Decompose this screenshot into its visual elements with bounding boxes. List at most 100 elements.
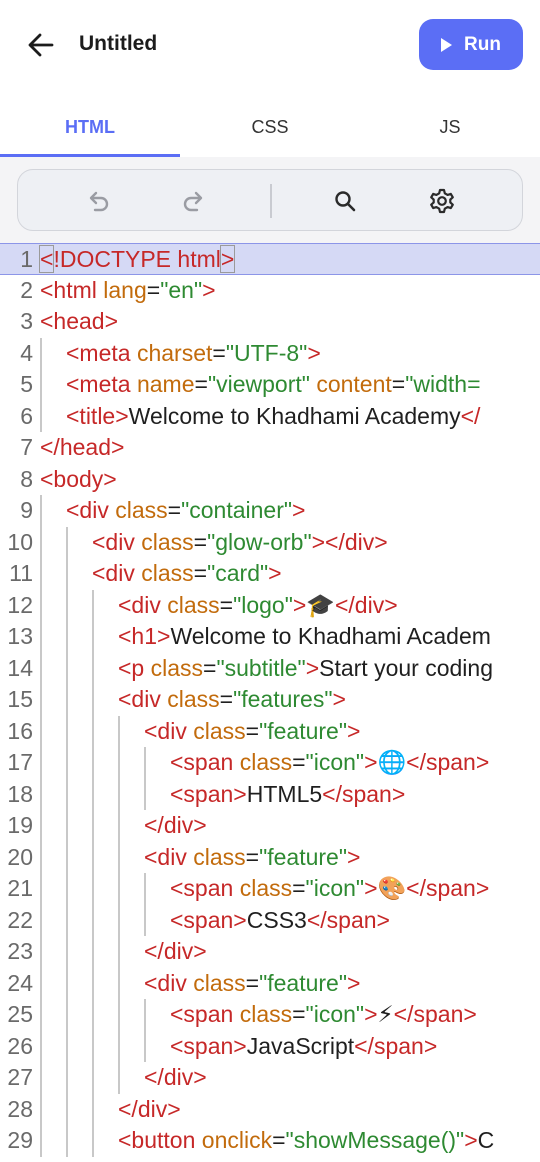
indent-guide bbox=[40, 810, 42, 842]
code-line[interactable]: 3 <head> bbox=[0, 306, 540, 338]
code-token: "icon" bbox=[305, 875, 365, 901]
code-line[interactable]: 10 <div class="glow-orb"></div> bbox=[0, 526, 540, 558]
tab-html[interactable]: HTML bbox=[0, 96, 180, 158]
code-text: <!DOCTYPE html> bbox=[38, 244, 236, 276]
indent-guide bbox=[118, 904, 120, 936]
indent-guide bbox=[66, 904, 68, 936]
indent-guide bbox=[118, 967, 120, 999]
code-line[interactable]: 19 </div> bbox=[0, 810, 540, 842]
code-line[interactable]: 5 <meta name="viewport" content="width= bbox=[0, 369, 540, 401]
indent-guide bbox=[40, 526, 42, 558]
indent-guide bbox=[92, 1030, 94, 1062]
code-line[interactable]: 17 <span class="icon">🌐</span> bbox=[0, 747, 540, 779]
code-token: <div bbox=[118, 591, 168, 618]
code-token: <span> bbox=[170, 906, 247, 933]
code-line[interactable]: 27 </div> bbox=[0, 1062, 540, 1094]
code-line[interactable]: 21 <span class="icon">🎨</span> bbox=[0, 873, 540, 905]
code-token: "width= bbox=[405, 371, 481, 397]
line-number: 6 bbox=[20, 402, 33, 429]
code-token: C bbox=[477, 1127, 495, 1153]
redo-icon[interactable] bbox=[177, 184, 211, 218]
back-arrow-icon[interactable] bbox=[24, 28, 58, 62]
code-token: = bbox=[292, 875, 306, 901]
code-editor[interactable]: 1 <!DOCTYPE html> 2 <html lang="en"> 3 <head>… bbox=[0, 243, 540, 1162]
code-token: <span> bbox=[170, 780, 247, 807]
code-line[interactable]: 6 <title>Welcome to Khadhami Academy</ bbox=[0, 400, 540, 432]
code-line[interactable]: 22 <span>CSS3</span> bbox=[0, 904, 540, 936]
code-token: = bbox=[292, 1001, 306, 1027]
code-line[interactable]: 29 <button onclick="showMessage()">C bbox=[0, 1125, 540, 1157]
code-token: > bbox=[219, 245, 236, 273]
indent-guide bbox=[92, 1125, 94, 1157]
code-line[interactable]: 23 </div> bbox=[0, 936, 540, 968]
code-token: class bbox=[239, 1001, 293, 1027]
line-number: 5 bbox=[20, 371, 33, 397]
code-token: charset bbox=[136, 339, 213, 366]
code-line[interactable]: 13 <h1>Welcome to Khadhami Academ bbox=[0, 621, 540, 653]
code-line[interactable]: 11 <div class="card"> bbox=[0, 558, 540, 590]
indent-guide bbox=[144, 778, 146, 810]
line-number: 14 bbox=[7, 654, 33, 681]
code-line[interactable]: 12 <div class="logo">🎓</div> bbox=[0, 589, 540, 621]
tab-js[interactable]: JS bbox=[360, 96, 540, 158]
code-token: <span> bbox=[170, 1032, 247, 1059]
code-line[interactable]: 16 <div class="feature"> bbox=[0, 715, 540, 747]
code-token: = bbox=[193, 560, 208, 586]
settings-icon[interactable] bbox=[425, 184, 459, 218]
file-title: Untitled bbox=[79, 32, 158, 55]
indent-guide bbox=[92, 1062, 94, 1094]
code-token: </span> bbox=[406, 749, 490, 775]
code-line[interactable]: 26 <span>JavaScript</span> bbox=[0, 1030, 540, 1062]
undo-icon[interactable] bbox=[81, 184, 115, 218]
code-token: = bbox=[203, 654, 217, 681]
code-token: onclick bbox=[201, 1127, 273, 1153]
indent-guide bbox=[118, 1030, 120, 1062]
line-number: 10 bbox=[7, 528, 33, 555]
indent-guide bbox=[40, 337, 42, 369]
code-line[interactable]: 4 <meta charset="UTF-8"> bbox=[0, 337, 540, 370]
search-icon[interactable] bbox=[328, 184, 362, 218]
code-text: <meta charset="UTF-8"> bbox=[66, 338, 321, 370]
indent-guide bbox=[118, 873, 120, 905]
code-token: "viewport" bbox=[207, 371, 310, 397]
code-token: <span bbox=[170, 875, 240, 901]
code-token: = bbox=[245, 717, 260, 744]
code-token: <div bbox=[92, 528, 142, 555]
run-button[interactable]: Run bbox=[419, 19, 523, 70]
code-line[interactable]: 9 <div class="container"> bbox=[0, 495, 540, 527]
code-token: = bbox=[292, 749, 306, 775]
code-token: > bbox=[307, 339, 321, 366]
code-line[interactable]: 20 <div class="feature"> bbox=[0, 841, 540, 873]
code-line[interactable]: 28 </div> bbox=[0, 1093, 540, 1125]
code-line[interactable]: 7 </head> bbox=[0, 432, 540, 464]
code-token: <html bbox=[40, 276, 104, 303]
code-text: <div class="container"> bbox=[66, 495, 305, 527]
indent-guide bbox=[66, 967, 68, 999]
indent-guide bbox=[40, 967, 42, 999]
code-line[interactable]: 2 <html lang="en"> bbox=[0, 275, 540, 307]
indent-guide bbox=[66, 558, 68, 590]
code-token: 🎨 bbox=[377, 875, 407, 901]
code-line[interactable]: 24 <div class="feature"> bbox=[0, 967, 540, 999]
code-line[interactable]: 15 <div class="features"> bbox=[0, 684, 540, 716]
tab-css[interactable]: CSS bbox=[180, 96, 360, 158]
code-line[interactable]: 14 <p class="subtitle">Start your coding bbox=[0, 652, 540, 684]
code-token: JavaScript bbox=[246, 1032, 355, 1059]
code-token: Start your coding bbox=[319, 654, 493, 681]
code-line[interactable]: 18 <span>HTML5</span> bbox=[0, 778, 540, 810]
line-number: 28 bbox=[7, 1095, 33, 1122]
code-token: </head> bbox=[40, 434, 125, 460]
code-line[interactable]: 1 <!DOCTYPE html> bbox=[0, 243, 540, 275]
code-line[interactable]: 25 <span class="icon">⚡</span> bbox=[0, 999, 540, 1031]
indent-guide bbox=[40, 558, 42, 590]
line-number: 26 bbox=[7, 1032, 33, 1059]
code-text: <h1>Welcome to Khadhami Academ bbox=[118, 621, 491, 653]
code-token: "subtitle" bbox=[216, 654, 306, 681]
code-text: <button onclick="showMessage()">C bbox=[118, 1125, 494, 1157]
code-line[interactable]: 8 <body> bbox=[0, 464, 540, 496]
indent-guide bbox=[92, 684, 94, 716]
code-token: "container" bbox=[181, 497, 293, 523]
line-number: 21 bbox=[7, 875, 33, 901]
code-token: > bbox=[292, 591, 307, 618]
code-token: <span bbox=[170, 1001, 240, 1027]
